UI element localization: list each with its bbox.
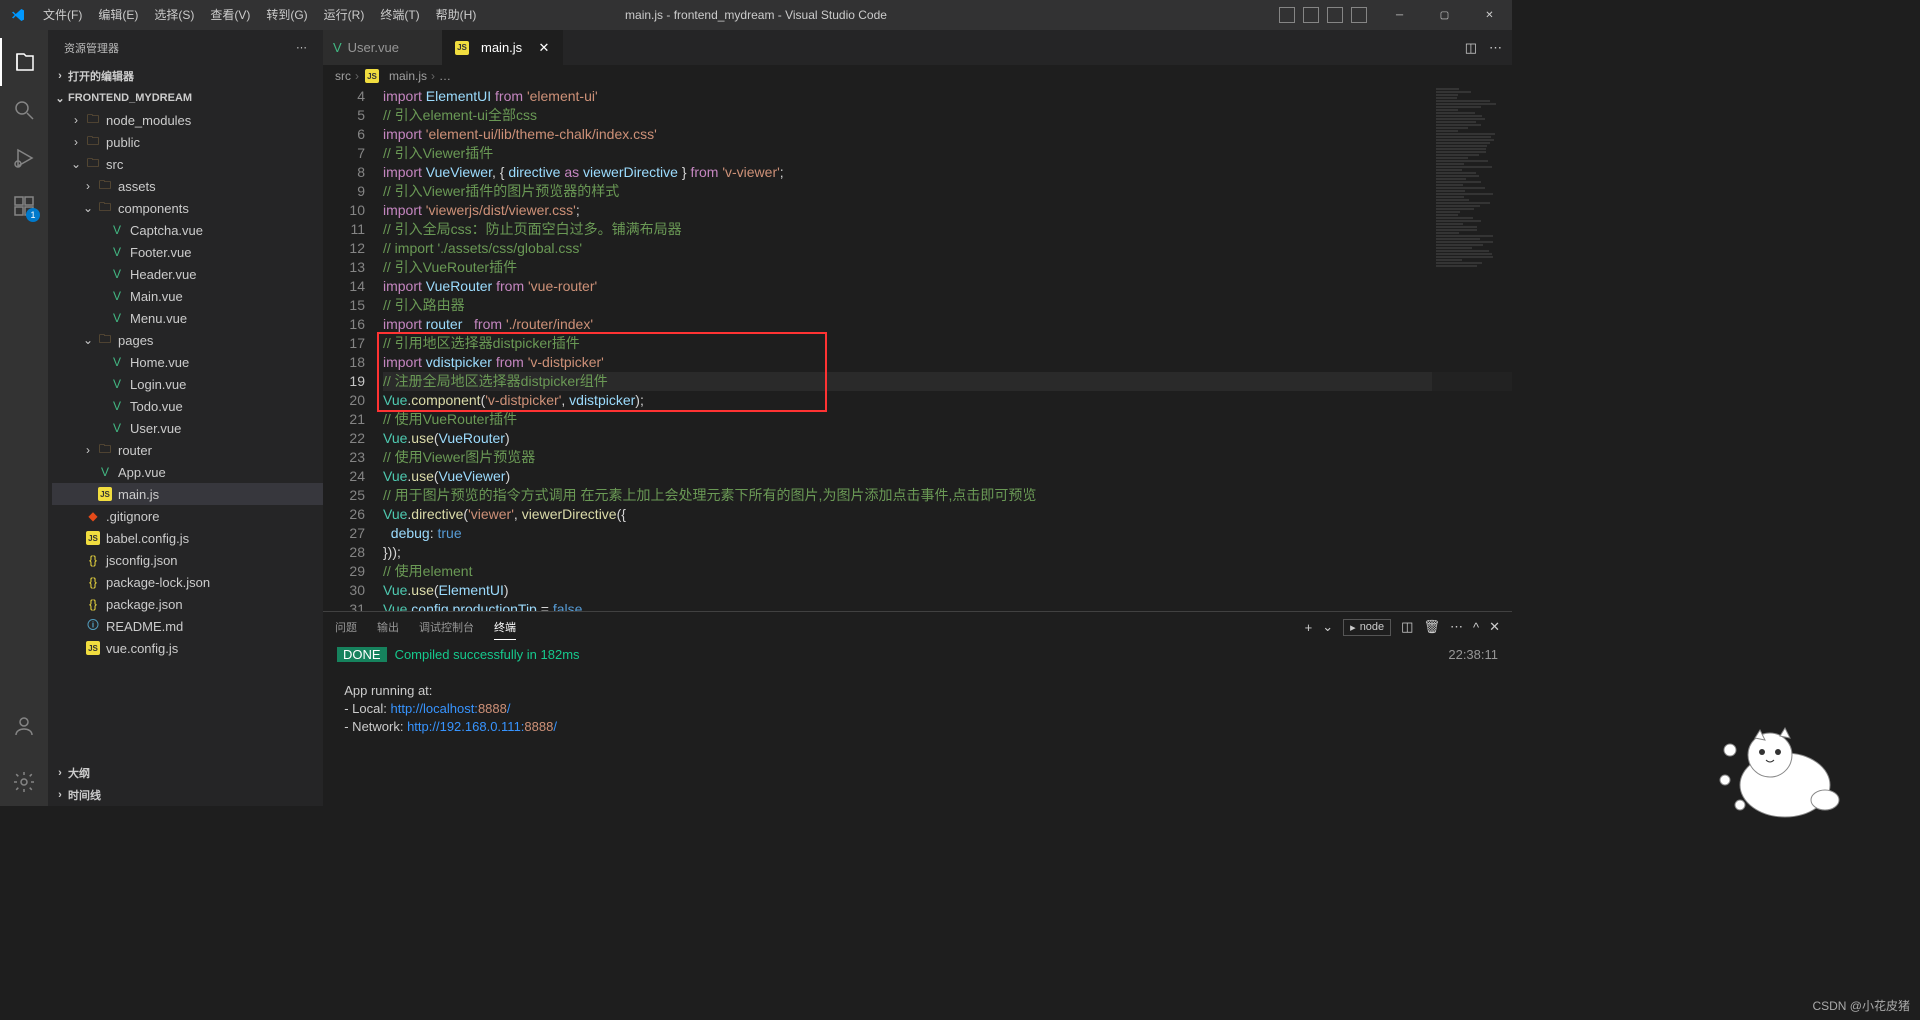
menu-edit[interactable]: 编辑(E) bbox=[90, 0, 146, 30]
tree-item-babel-config-js[interactable]: JSbabel.config.js bbox=[52, 527, 323, 549]
done-badge: DONE bbox=[337, 647, 387, 662]
tree-item-src[interactable]: ⌄🗀src bbox=[52, 153, 323, 175]
tree-item-Footer-vue[interactable]: VFooter.vue bbox=[52, 241, 323, 263]
file-tree: ›🗀node_modules›🗀public⌄🗀src›🗀assets⌄🗀com… bbox=[48, 109, 323, 762]
tree-item-vue-config-js[interactable]: JSvue.config.js bbox=[52, 637, 323, 659]
tree-item-App-vue[interactable]: VApp.vue bbox=[52, 461, 323, 483]
open-editors-section[interactable]: ›打开的编辑器 bbox=[48, 65, 323, 87]
tree-item--gitignore[interactable]: ◆.gitignore bbox=[52, 505, 323, 527]
tree-item-components[interactable]: ⌄🗀components bbox=[52, 197, 323, 219]
layout-icon[interactable] bbox=[1279, 7, 1295, 23]
tree-item-main-js[interactable]: JSmain.js bbox=[52, 483, 323, 505]
more-icon[interactable]: ⋯ bbox=[296, 41, 307, 54]
more-actions-icon[interactable]: ⋯ bbox=[1489, 40, 1502, 56]
terminal-time: 22:38:11 bbox=[1448, 646, 1498, 664]
tree-item-Home-vue[interactable]: VHome.vue bbox=[52, 351, 323, 373]
layout-icon[interactable] bbox=[1303, 7, 1319, 23]
activitybar: 1 bbox=[0, 30, 48, 806]
extensions-badge: 1 bbox=[26, 208, 40, 222]
compiled-msg: Compiled successfully in 182ms bbox=[395, 647, 580, 662]
tree-item-router[interactable]: ›🗀router bbox=[52, 439, 323, 461]
tree-item-Header-vue[interactable]: VHeader.vue bbox=[52, 263, 323, 285]
layout-icon[interactable] bbox=[1351, 7, 1367, 23]
tree-item-Menu-vue[interactable]: VMenu.vue bbox=[52, 307, 323, 329]
editor-area: VUser.vue✕JSmain.js✕ ◫ ⋯ src › JS main.j… bbox=[323, 30, 1512, 806]
activity-explorer[interactable] bbox=[0, 38, 48, 86]
tree-item-node_modules[interactable]: ›🗀node_modules bbox=[52, 109, 323, 131]
new-terminal-icon[interactable]: + bbox=[1305, 620, 1313, 635]
terminal-content[interactable]: DONE Compiled successfully in 182ms 22:38:… bbox=[323, 642, 1512, 806]
tree-item-public[interactable]: ›🗀public bbox=[52, 131, 323, 153]
activity-search[interactable] bbox=[0, 86, 48, 134]
kill-terminal-icon[interactable]: 🗑 bbox=[1423, 619, 1440, 635]
vscode-logo bbox=[0, 7, 35, 23]
close-panel-icon[interactable]: ✕ bbox=[1489, 619, 1500, 635]
panel-tab-debug[interactable]: 调试控制台 bbox=[419, 615, 474, 639]
layout-controls[interactable] bbox=[1269, 7, 1377, 23]
chevron-down-icon[interactable]: ⌄ bbox=[1322, 619, 1333, 635]
breadcrumb[interactable]: src › JS main.js › … bbox=[323, 65, 1512, 87]
editor-tabs: VUser.vue✕JSmain.js✕ ◫ ⋯ bbox=[323, 30, 1512, 65]
tree-item-jsconfig-json[interactable]: {}jsconfig.json bbox=[52, 549, 323, 571]
split-terminal-icon[interactable]: ◫ bbox=[1401, 619, 1413, 635]
activity-extensions[interactable]: 1 bbox=[0, 182, 48, 230]
tree-item-Login-vue[interactable]: VLogin.vue bbox=[52, 373, 323, 395]
tree-item-User-vue[interactable]: VUser.vue bbox=[52, 417, 323, 439]
menubar: 文件(F) 编辑(E) 选择(S) 查看(V) 转到(G) 运行(R) 终端(T… bbox=[35, 0, 484, 30]
panel-tab-output[interactable]: 输出 bbox=[377, 615, 399, 639]
tree-item-package-json[interactable]: {}package.json bbox=[52, 593, 323, 615]
tree-item-assets[interactable]: ›🗀assets bbox=[52, 175, 323, 197]
menu-file[interactable]: 文件(F) bbox=[35, 0, 90, 30]
project-section[interactable]: ⌄FRONTEND_MYDREAM bbox=[48, 87, 323, 109]
watermark: CSDN @小花皮猪 bbox=[1812, 997, 1910, 1014]
menu-go[interactable]: 转到(G) bbox=[258, 0, 315, 30]
sidebar-header: 资源管理器 ⋯ bbox=[48, 30, 323, 65]
tree-item-Main-vue[interactable]: VMain.vue bbox=[52, 285, 323, 307]
menu-run[interactable]: 运行(R) bbox=[316, 0, 373, 30]
local-url[interactable]: http://localhost: bbox=[390, 701, 477, 716]
breadcrumb-more[interactable]: … bbox=[439, 69, 451, 83]
activity-account[interactable] bbox=[0, 702, 48, 750]
menu-view[interactable]: 查看(V) bbox=[202, 0, 258, 30]
terminal-profile[interactable]: ▸ node bbox=[1343, 619, 1391, 636]
window-title: main.js - frontend_mydream - Visual Stud… bbox=[625, 8, 887, 22]
minimize-button[interactable]: ─ bbox=[1377, 0, 1422, 30]
code-editor[interactable]: 4567891011121314151617181920212223242526… bbox=[323, 87, 1512, 611]
close-tab-icon[interactable]: ✕ bbox=[536, 40, 552, 56]
close-button[interactable]: ✕ bbox=[1467, 0, 1512, 30]
timeline-section[interactable]: ›时间线 bbox=[48, 784, 323, 806]
panel-tab-problems[interactable]: 问题 bbox=[335, 615, 357, 639]
breadcrumb-src[interactable]: src bbox=[335, 69, 351, 83]
mascot-image bbox=[1710, 710, 1850, 820]
explorer-title: 资源管理器 bbox=[64, 40, 119, 56]
panel-tab-terminal[interactable]: 终端 bbox=[494, 615, 516, 640]
tree-item-Todo-vue[interactable]: VTodo.vue bbox=[52, 395, 323, 417]
layout-icon[interactable] bbox=[1327, 7, 1343, 23]
sidebar: 资源管理器 ⋯ ›打开的编辑器 ⌄FRONTEND_MYDREAM ›🗀node… bbox=[48, 30, 323, 806]
tree-item-package-lock-json[interactable]: {}package-lock.json bbox=[52, 571, 323, 593]
maximize-button[interactable]: ▢ bbox=[1422, 0, 1467, 30]
tab-User-vue[interactable]: VUser.vue✕ bbox=[323, 30, 443, 65]
outline-section[interactable]: ›大纲 bbox=[48, 762, 323, 784]
minimap[interactable] bbox=[1432, 87, 1512, 611]
menu-help[interactable]: 帮助(H) bbox=[428, 0, 485, 30]
menu-selection[interactable]: 选择(S) bbox=[146, 0, 202, 30]
activity-run-debug[interactable] bbox=[0, 134, 48, 182]
js-icon: JS bbox=[365, 69, 379, 83]
titlebar: 文件(F) 编辑(E) 选择(S) 查看(V) 转到(G) 运行(R) 终端(T… bbox=[0, 0, 1512, 30]
tree-item-Captcha-vue[interactable]: VCaptcha.vue bbox=[52, 219, 323, 241]
split-editor-icon[interactable]: ◫ bbox=[1465, 40, 1477, 56]
breadcrumb-file[interactable]: main.js bbox=[389, 69, 427, 83]
tree-item-README-md[interactable]: 🛈README.md bbox=[52, 615, 323, 637]
more-icon[interactable]: ⋯ bbox=[1450, 619, 1463, 635]
activity-settings[interactable] bbox=[0, 758, 48, 806]
tab-main-js[interactable]: JSmain.js✕ bbox=[443, 30, 563, 65]
menu-terminal[interactable]: 终端(T) bbox=[372, 0, 427, 30]
maximize-panel-icon[interactable]: ^ bbox=[1473, 620, 1479, 635]
app-running-label: App running at: bbox=[344, 683, 432, 698]
tree-item-pages[interactable]: ⌄🗀pages bbox=[52, 329, 323, 351]
bottom-panel: 问题 输出 调试控制台 终端 + ⌄ ▸ node ◫ 🗑 ⋯ ^ ✕ DONE… bbox=[323, 611, 1512, 806]
network-url[interactable]: http://192.168.0.111: bbox=[407, 719, 524, 734]
